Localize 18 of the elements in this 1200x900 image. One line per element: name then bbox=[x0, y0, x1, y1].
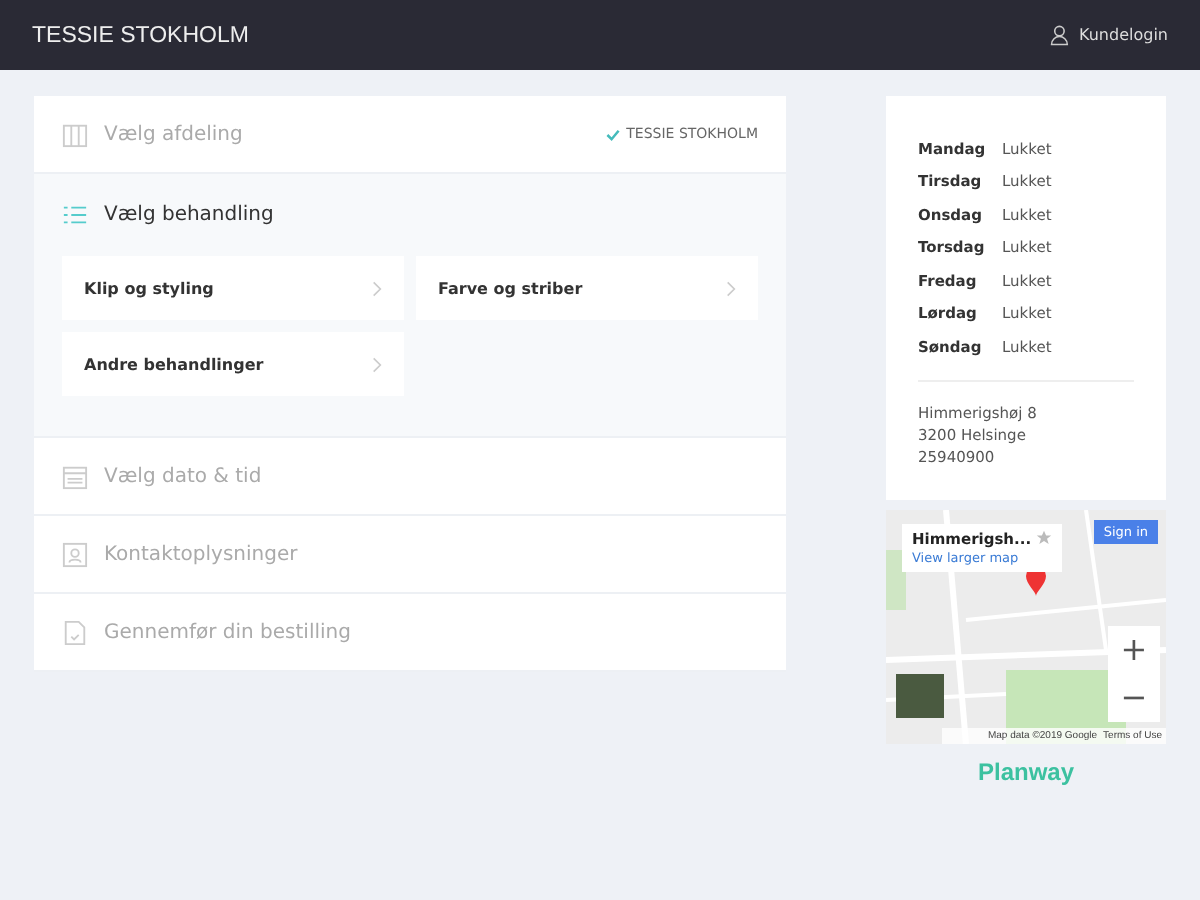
contact-card-icon bbox=[62, 541, 88, 567]
building-icon bbox=[62, 121, 88, 147]
shop-title: TESSIE STOKHOLM bbox=[32, 23, 249, 47]
star-icon[interactable] bbox=[1036, 529, 1052, 545]
step-header[interactable]: Vælg behandling bbox=[34, 174, 786, 254]
chevron-icon bbox=[372, 279, 382, 297]
treatment-option[interactable]: Andre behandlinger bbox=[62, 332, 404, 396]
chevron-icon bbox=[726, 279, 736, 297]
treatment-option[interactable]: Klip og styling bbox=[62, 256, 404, 320]
chevron-icon bbox=[372, 355, 382, 373]
document-icon bbox=[62, 619, 88, 645]
user-icon bbox=[1049, 24, 1072, 46]
list-icon bbox=[62, 201, 88, 227]
login-link[interactable]: Kundelogin bbox=[1049, 24, 1168, 46]
check-icon bbox=[606, 127, 621, 141]
calendar-icon bbox=[62, 463, 88, 489]
brand-logo: Planway bbox=[977, 757, 1075, 785]
treatment-option[interactable]: Farve og striber bbox=[416, 256, 758, 320]
